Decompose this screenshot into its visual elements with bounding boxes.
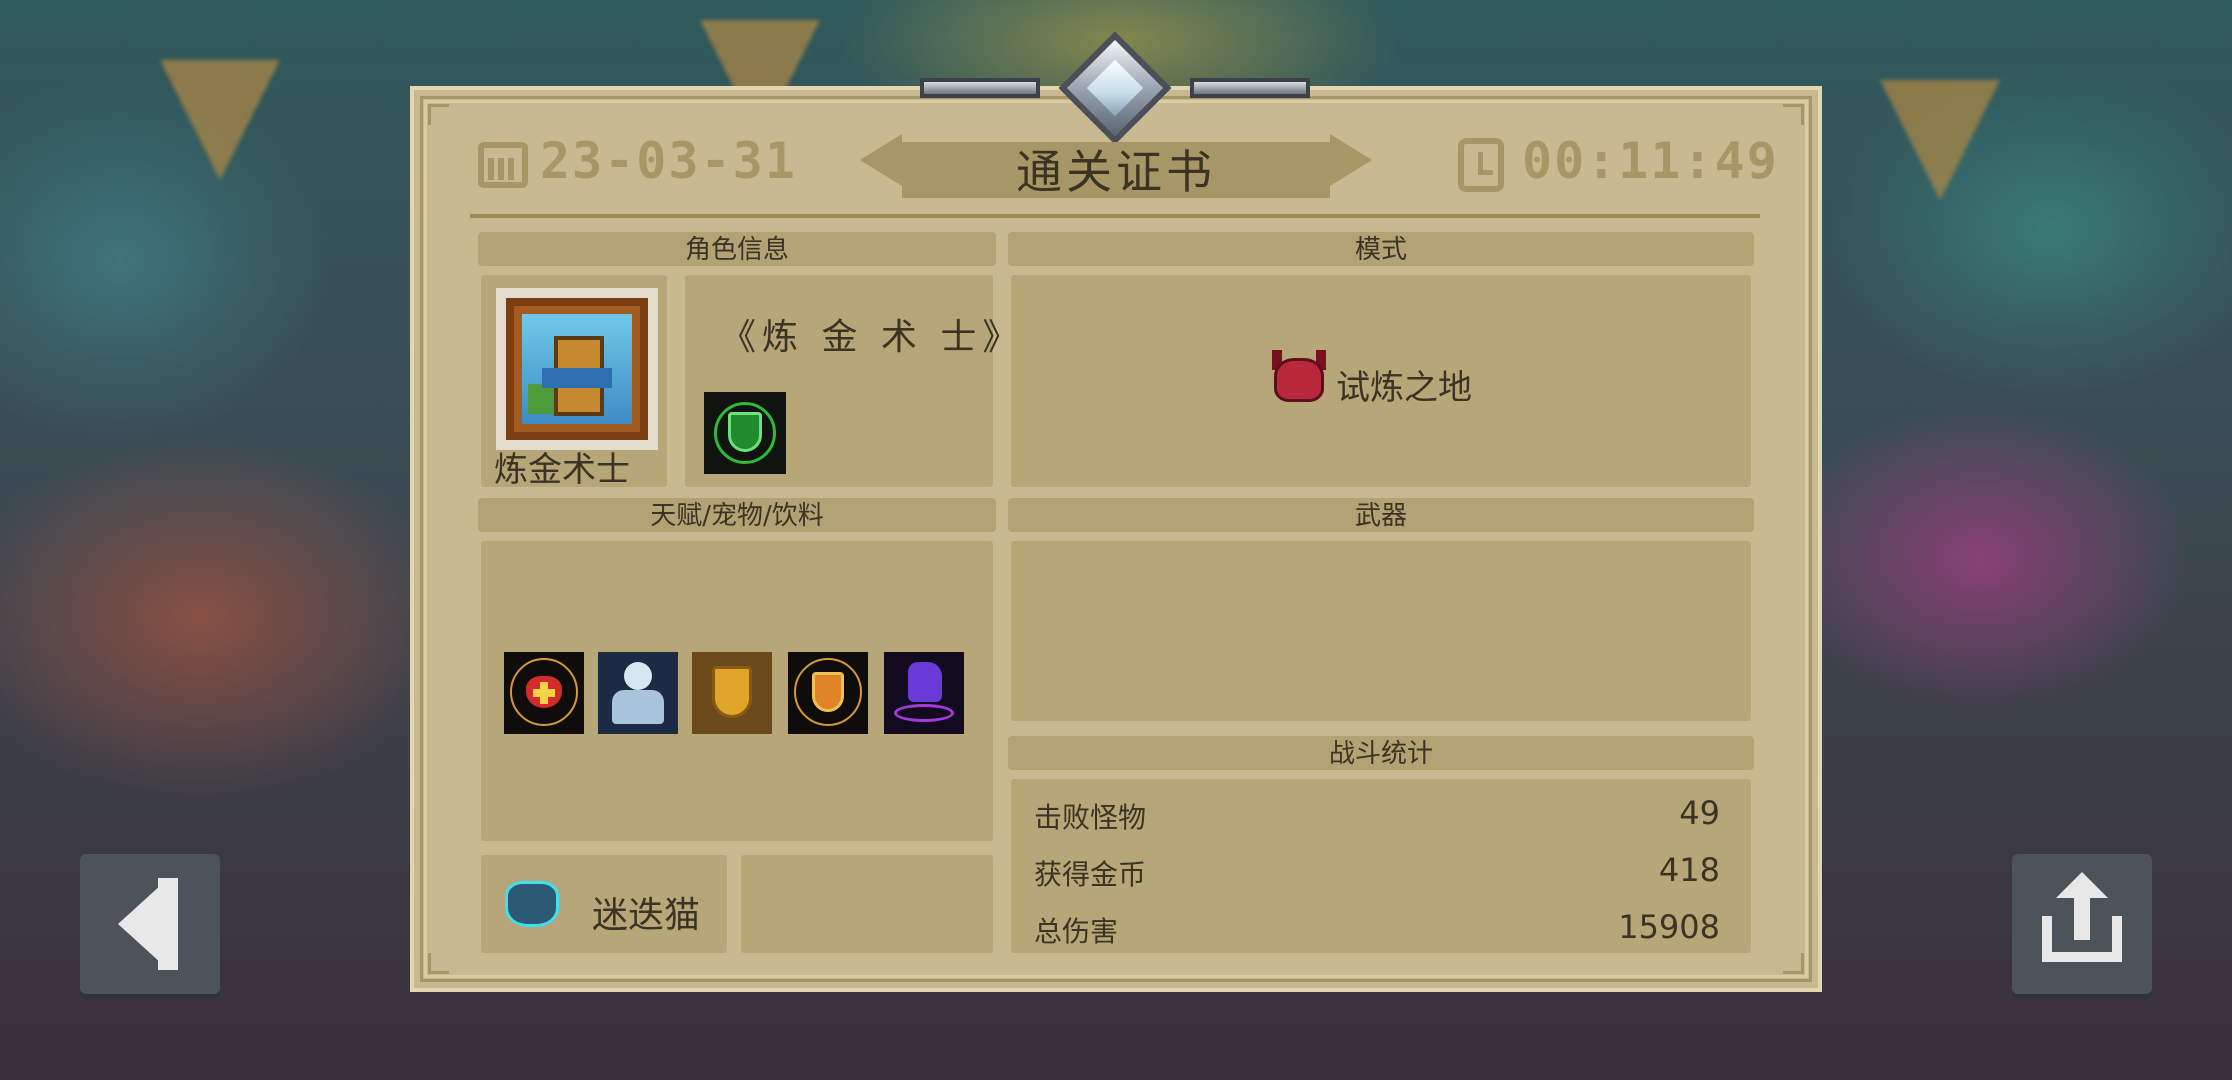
purple-hand-icon[interactable] (884, 652, 964, 734)
stat-value: 49 (1679, 794, 1720, 832)
pet-name: 迷迭猫 (592, 895, 701, 936)
weapons-panel (1008, 538, 1754, 724)
share-button[interactable] (2012, 854, 2152, 994)
back-arrow-bar (158, 878, 178, 970)
section-header-mode: 模式 (1008, 232, 1754, 266)
drink-panel (738, 852, 996, 956)
calendar-icon (478, 142, 528, 188)
character-name: 炼金术士 (494, 450, 630, 490)
cat-icon (500, 874, 564, 932)
header-divider (470, 214, 1760, 218)
section-header-battle-stats: 战斗统计 (1008, 736, 1754, 770)
certificate-title: 通关证书 (902, 142, 1330, 199)
back-button[interactable] (80, 854, 220, 994)
alchemist-portrait-icon (506, 298, 648, 440)
stat-row-gold: 获得金币 418 (1034, 845, 1720, 893)
stat-value: 418 (1658, 851, 1720, 889)
background-banner-flag (1880, 80, 2000, 200)
corner-ornament (428, 953, 449, 974)
stat-row-monsters: 击败怪物 49 (1034, 788, 1720, 836)
clock-icon (1458, 138, 1504, 192)
stat-label: 获得金币 (1034, 858, 1147, 891)
share-icon-arrow (2056, 872, 2108, 898)
demon-skull-icon (1268, 350, 1330, 408)
back-arrow-icon (118, 884, 162, 964)
corner-ornament (428, 104, 449, 125)
green-shield-icon (704, 392, 786, 474)
section-header-weapons: 武器 (1008, 498, 1754, 532)
golden-shield-icon[interactable] (692, 652, 772, 734)
section-header-character: 角色信息 (478, 232, 996, 266)
stat-value: 15908 (1618, 908, 1720, 946)
mode-label: 试炼之地 (1336, 368, 1472, 408)
background-banner-flag (160, 60, 280, 180)
ghost-statue-icon[interactable] (598, 652, 678, 734)
fire-shield-icon[interactable] (788, 652, 868, 734)
ribbon-tail-right (1330, 134, 1372, 186)
stat-label: 击败怪物 (1034, 801, 1147, 834)
section-header-talents: 天赋/宠物/饮料 (478, 498, 996, 532)
heart-heal-icon[interactable] (504, 652, 584, 734)
ribbon-tail-left (860, 134, 902, 186)
stat-label: 总伤害 (1034, 915, 1119, 948)
date-text: 23-03-31 (540, 132, 797, 190)
character-skin-title: 《炼 金 术 士》 (720, 317, 1025, 358)
time-text: 00:11:49 (1522, 132, 1779, 190)
corner-ornament (1783, 953, 1804, 974)
corner-ornament (1783, 104, 1804, 125)
stat-row-damage: 总伤害 15908 (1034, 902, 1720, 950)
